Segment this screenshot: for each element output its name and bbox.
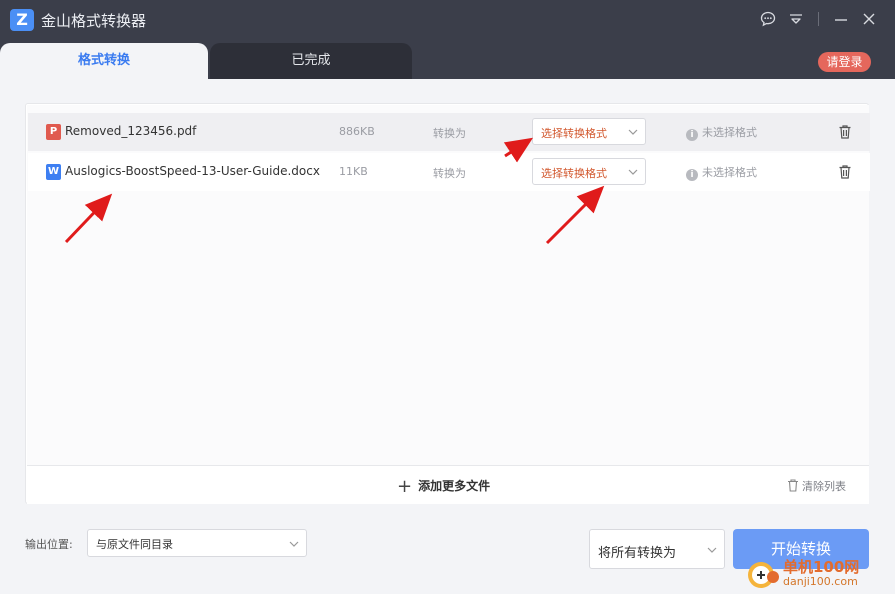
chevron-down-icon [628, 169, 638, 175]
tab-completed[interactable]: 已完成 [210, 43, 412, 79]
word-file-icon: W [46, 164, 61, 180]
file-list-panel: P Removed_123456.pdf 886KB 转换为 选择转换格式 i未… [25, 103, 870, 504]
add-more-files-button[interactable]: + 添加更多文件 [397, 476, 490, 497]
format-status: i 未选择格式 [686, 164, 757, 181]
plus-icon: + [397, 476, 413, 497]
file-list-footer: + 添加更多文件 清除列表 [27, 465, 869, 504]
app-logo-icon: Z [10, 9, 34, 31]
clear-list-button[interactable]: 清除列表 [787, 478, 846, 494]
minimize-icon[interactable] [832, 10, 850, 28]
watermark: 单机100网 danji100.com [746, 556, 892, 592]
info-icon: i [686, 169, 698, 181]
tab-format-convert[interactable]: 格式转换 [0, 43, 208, 79]
format-status: i 未选择格式 [686, 124, 757, 141]
output-location-select[interactable]: 与原文件同目录 [87, 529, 307, 557]
file-name: Auslogics-BoostSpeed-13-User-Guide.docx [65, 164, 320, 178]
add-more-files-label: 添加更多文件 [418, 479, 491, 493]
file-size: 11KB [339, 165, 368, 178]
chevron-down-icon [289, 541, 299, 547]
convert-all-select[interactable]: 将所有转换为 [589, 529, 725, 569]
file-list: P Removed_123456.pdf 886KB 转换为 选择转换格式 i未… [27, 105, 870, 465]
format-select-value: 选择转换格式 [541, 167, 607, 180]
menu-icon[interactable] [787, 10, 805, 28]
output-location-value: 与原文件同目录 [96, 538, 173, 551]
file-name: Removed_123456.pdf [65, 124, 197, 138]
watermark-url: danji100.com [783, 575, 858, 588]
convert-all-value: 将所有转换为 [598, 546, 677, 561]
clear-list-label: 清除列表 [802, 480, 846, 493]
info-icon: i [686, 129, 698, 141]
title-bar: Z 金山格式转换器 已完成 格式转换 请登录 [0, 0, 895, 79]
file-size: 886KB [339, 125, 375, 138]
delete-icon[interactable] [838, 164, 852, 180]
convert-to-label: 转换为 [433, 127, 466, 140]
app-title: 金山格式转换器 [41, 12, 147, 30]
login-button[interactable]: 请登录 [818, 52, 871, 72]
format-status-text: 未选择格式 [702, 126, 757, 139]
pdf-file-icon: P [46, 124, 61, 140]
file-row[interactable]: P Removed_123456.pdf 886KB 转换为 选择转换格式 i未… [28, 113, 870, 151]
format-select[interactable]: 选择转换格式 [532, 118, 646, 145]
trash-icon [788, 479, 798, 492]
watermark-logo-icon [748, 562, 779, 588]
chevron-down-icon [628, 129, 638, 135]
convert-to-label: 转换为 [433, 167, 466, 180]
chevron-down-icon [707, 547, 717, 553]
delete-icon[interactable] [838, 124, 852, 140]
output-location-label: 输出位置: [25, 538, 73, 551]
title-separator [818, 12, 819, 26]
close-icon[interactable] [860, 10, 878, 28]
watermark-text: 单机100网 [783, 558, 860, 576]
format-select[interactable]: 选择转换格式 [532, 158, 646, 185]
chat-icon[interactable] [759, 10, 777, 28]
file-row[interactable]: W Auslogics-BoostSpeed-13-User-Guide.doc… [28, 153, 870, 191]
format-select-value: 选择转换格式 [541, 127, 607, 140]
format-status-text: 未选择格式 [702, 166, 757, 179]
